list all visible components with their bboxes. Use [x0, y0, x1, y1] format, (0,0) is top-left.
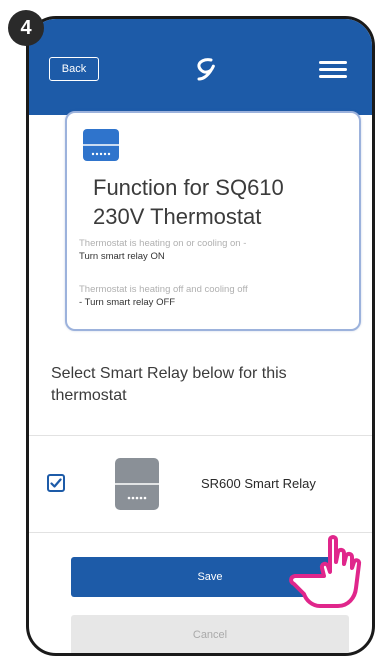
instruction-text: Select Smart Relay below for this thermo…	[51, 365, 287, 404]
on-action-text: Turn smart relay ON	[79, 251, 165, 262]
pointing-hand-icon	[289, 535, 362, 608]
smart-relay-icon	[115, 458, 159, 510]
hamburger-menu-icon[interactable]	[319, 61, 347, 79]
relay-off-rule: Thermostat is heating off and cooling of…	[79, 283, 359, 309]
checkmark-icon	[50, 478, 62, 488]
relay-function-icon	[83, 129, 119, 161]
function-title: Function for SQ610 230V Thermostat	[93, 173, 353, 231]
off-action-text: - Turn smart relay OFF	[79, 297, 176, 308]
relay-name: SR600 Smart Relay	[201, 476, 316, 491]
back-button[interactable]: Back	[49, 57, 99, 81]
top-bar: Back	[29, 19, 372, 115]
function-card: Function for SQ610 230V Thermostat Therm…	[65, 111, 361, 331]
off-condition-text: Thermostat is heating off and cooling of…	[79, 284, 248, 295]
relay-on-rule: Thermostat is heating on or cooling on -…	[79, 237, 359, 263]
app-logo-icon	[197, 58, 215, 81]
relay-checkbox[interactable]	[47, 474, 65, 492]
on-condition-text: Thermostat is heating on or cooling on -	[79, 238, 247, 249]
cancel-button[interactable]: Cancel	[71, 615, 349, 653]
step-badge: 4	[8, 10, 44, 46]
list-item[interactable]: SR600 Smart Relay	[29, 435, 372, 533]
function-title-line1: Function for SQ610	[93, 175, 284, 200]
function-title-line2: 230V Thermostat	[93, 204, 262, 229]
